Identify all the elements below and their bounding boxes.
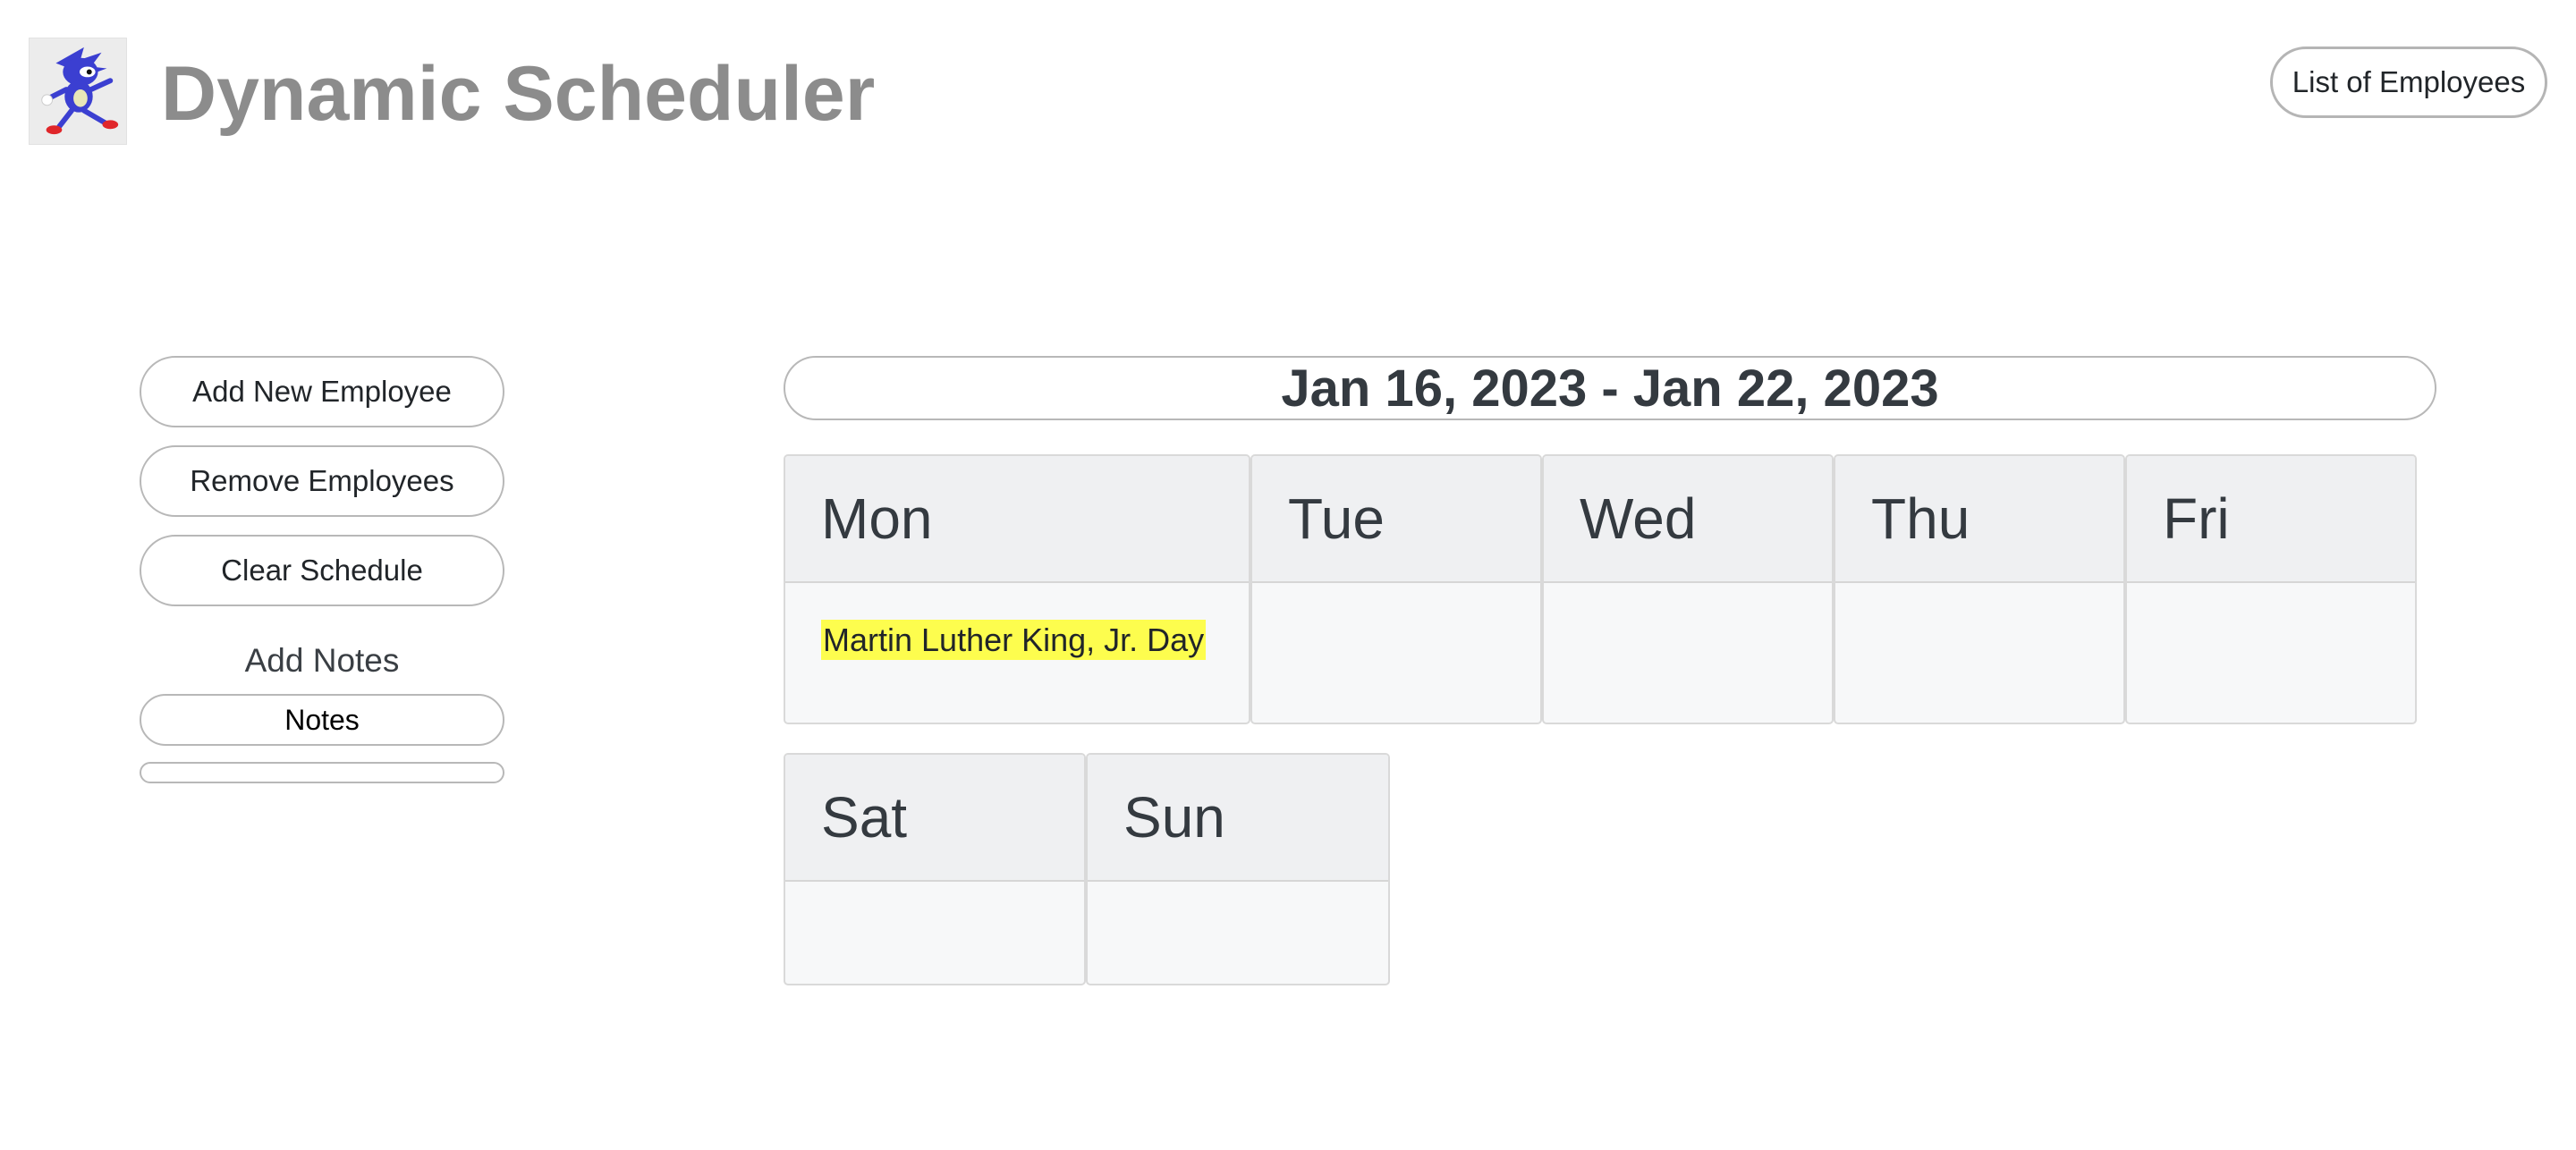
day-card-wed[interactable]: Wed	[1542, 454, 1834, 724]
app-title: Dynamic Scheduler	[161, 51, 876, 137]
day-body-thu[interactable]	[1835, 583, 2123, 619]
running-hedgehog-icon	[29, 38, 127, 145]
day-body-tue[interactable]	[1252, 583, 1540, 619]
holiday-note: Martin Luther King, Jr. Day	[821, 620, 1207, 660]
day-body-sun[interactable]	[1088, 882, 1388, 917]
add-new-employee-button[interactable]: Add New Employee	[140, 356, 504, 427]
day-body-fri[interactable]	[2127, 583, 2415, 619]
day-card-mon[interactable]: Mon Martin Luther King, Jr. Day	[784, 454, 1250, 724]
day-card-thu[interactable]: Thu	[1834, 454, 2125, 724]
day-header-thu: Thu	[1835, 456, 2123, 583]
day-body-wed[interactable]	[1544, 583, 1832, 619]
add-notes-label: Add Notes	[244, 642, 400, 679]
notes-submit-bar[interactable]	[140, 762, 504, 783]
day-header-fri: Fri	[2127, 456, 2415, 583]
day-header-sat: Sat	[785, 755, 1084, 882]
day-body-mon[interactable]: Martin Luther King, Jr. Day	[785, 583, 1249, 662]
day-card-tue[interactable]: Tue	[1250, 454, 1542, 724]
remove-employees-button[interactable]: Remove Employees	[140, 445, 504, 517]
notes-input[interactable]	[140, 694, 504, 746]
clear-schedule-button[interactable]: Clear Schedule	[140, 535, 504, 606]
page: Dynamic Scheduler List of Employees Add …	[0, 0, 2576, 1150]
day-card-sun[interactable]: Sun	[1086, 753, 1390, 985]
list-of-employees-button[interactable]: List of Employees	[2270, 47, 2547, 118]
day-card-fri[interactable]: Fri	[2125, 454, 2417, 724]
day-header-sun: Sun	[1088, 755, 1388, 882]
day-header-wed: Wed	[1544, 456, 1832, 583]
day-header-tue: Tue	[1252, 456, 1540, 583]
day-card-sat[interactable]: Sat	[784, 753, 1086, 985]
week-range-banner: Jan 16, 2023 - Jan 22, 2023	[784, 356, 2436, 420]
day-body-sat[interactable]	[785, 882, 1084, 917]
day-header-mon: Mon	[785, 456, 1249, 583]
